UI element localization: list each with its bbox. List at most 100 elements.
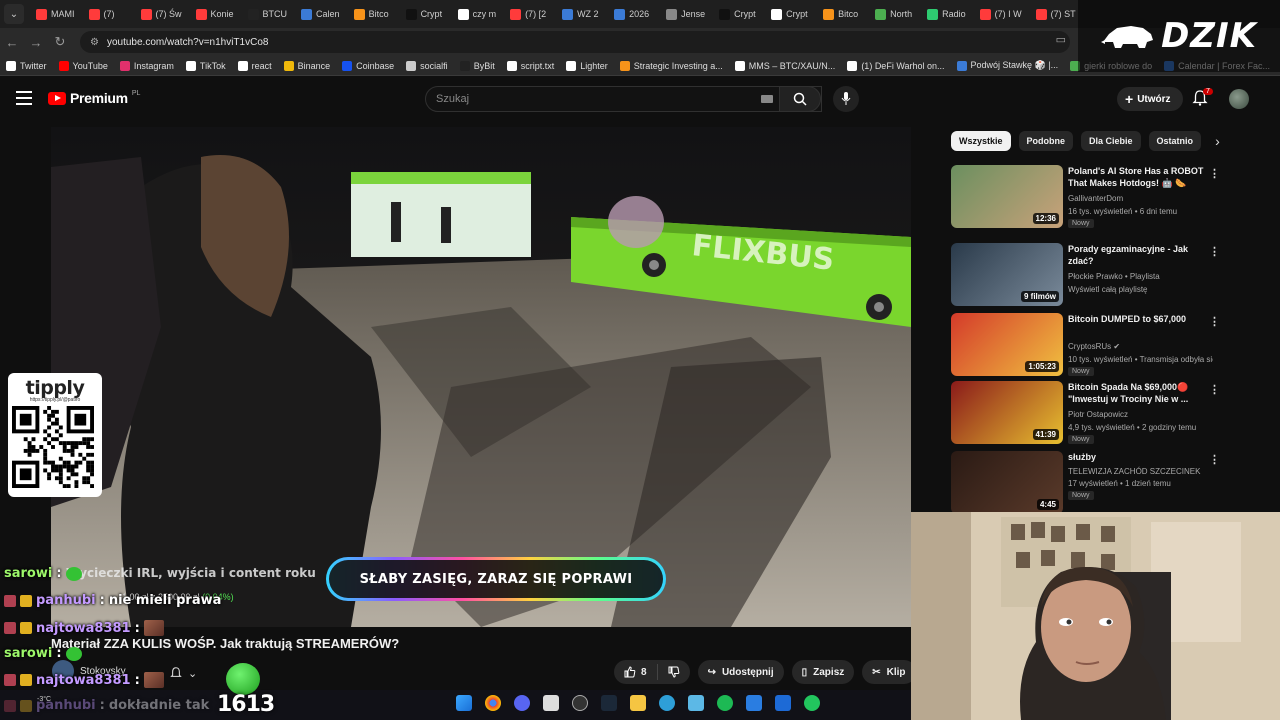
discord-icon[interactable] [514,695,530,711]
browser-tab[interactable]: Crypt [765,3,815,25]
tab-search-button[interactable]: ⌄ [4,4,24,24]
browser-tab[interactable]: BTCU [242,3,294,25]
channel-name[interactable]: TELEWIZJA ZACHÓD SZCZECINEK [1068,467,1200,476]
video-thumbnail[interactable]: 9 filmów [951,243,1063,306]
bookmark-item[interactable]: Coinbase [342,60,394,71]
browser-tab[interactable]: (7) Św [135,3,188,25]
more-options-icon[interactable]: ⋮ [1209,453,1220,466]
bookmark-item[interactable]: MMS – BTC/XAU/N... [734,60,835,71]
browser-tab[interactable]: 2026 [608,3,658,25]
keyboard-icon[interactable] [761,95,773,103]
save-button[interactable]: ▯ Zapisz [791,660,855,684]
video-title[interactable]: Bitcoin Spada Na $69,000🔴 "Inwestuj w Tr… [1068,381,1208,405]
browser-tab[interactable]: Konie [190,3,240,25]
windows-start-icon[interactable] [456,695,472,711]
browser-tab[interactable]: MAMI [30,3,81,25]
recommendation-item[interactable]: 12:36 Poland's AI Store Has a ROBOT That … [951,165,1221,229]
dislike-button[interactable] [658,660,690,684]
search-button[interactable] [779,86,821,112]
bookmark-item[interactable]: react [237,60,272,71]
browser-tab[interactable]: Bitco [348,3,398,25]
video-player[interactable]: FLIXBUS [51,127,911,627]
menu-icon[interactable] [16,91,32,105]
bookmark-item[interactable]: ByBit [459,60,495,71]
forward-icon[interactable]: → [24,35,48,50]
browser-tab[interactable]: (7) [2 [504,3,554,25]
browser-tab[interactable]: Crypt [713,3,763,25]
chrome-icon[interactable] [485,695,501,711]
channel-name[interactable]: Płockie Prawko • Playlista [1068,272,1160,281]
like-button[interactable]: 8 [614,660,657,684]
browser-tab[interactable]: czy m [452,3,503,25]
browser-tab[interactable]: Crypt [400,3,450,25]
video-title[interactable]: Bitcoin DUMPED to $67,000 [1068,313,1208,325]
channel-name[interactable]: Piotr Ostapowicz [1068,410,1128,419]
browser-tab[interactable]: Jense [660,3,711,25]
video-thumbnail[interactable]: 4:45 [951,451,1063,514]
video-title[interactable]: służby [1068,451,1208,463]
more-options-icon[interactable]: ⋮ [1209,315,1220,328]
video-thumbnail[interactable]: 1:05:23 [951,313,1063,376]
channel-name[interactable]: GallivanterDom [1068,194,1123,203]
bookmark-item[interactable]: (1) DeFi Warhol on... [847,60,945,71]
network-icon[interactable] [688,695,704,711]
filter-chip[interactable]: Dla Ciebie [1081,131,1141,151]
browser-tab[interactable]: WZ 2 [556,3,606,25]
browser-tab[interactable]: Bitco [817,3,867,25]
cast-icon[interactable]: ▭ [1056,33,1066,46]
bookmark-item[interactable]: Lighter [566,60,608,71]
chevron-right-icon[interactable]: › [1215,133,1220,149]
filter-chip[interactable]: Wszystkie [951,131,1011,151]
browser-tab[interactable]: Radio [921,3,972,25]
bookmark-item[interactable]: Twitter [6,60,47,71]
more-options-icon[interactable]: ⋮ [1209,167,1220,180]
video-thumbnail[interactable]: 12:36 [951,165,1063,228]
green-app-icon[interactable] [804,695,820,711]
more-options-icon[interactable]: ⋮ [1209,245,1220,258]
bookmark-item[interactable]: TikTok [185,60,226,71]
bookmark-item[interactable]: Podwój Stawkę 🎲 |... [956,60,1058,71]
browser-tab[interactable]: (7) [83,3,133,25]
bookmark-item[interactable]: Strategic Investing a... [619,60,723,71]
url-input[interactable]: ⚙ youtube.com/watch?v=n1hviT1vCo8 [80,31,1070,53]
clip-button[interactable]: ✂ Klip [862,660,916,684]
filter-chip[interactable]: Ostatnio [1148,131,1202,151]
channel-name[interactable]: CryptosRUs ✔ [1068,342,1120,351]
store-icon[interactable] [746,695,762,711]
back-icon[interactable]: ← [0,35,24,50]
app-icon[interactable] [543,695,559,711]
obs-icon[interactable] [572,695,588,711]
steam-icon[interactable] [601,695,617,711]
close-app-icon[interactable] [775,695,791,711]
browser-tab[interactable]: Calen [295,3,346,25]
recommendation-item[interactable]: 1:05:23 Bitcoin DUMPED to $67,000 CryptosR… [951,313,1221,377]
filter-chip[interactable]: Podobne [1018,131,1074,151]
recommendation-item[interactable]: 9 filmów Porady egzaminacyjne - Jak zdać?… [951,243,1221,307]
subscription-bell[interactable]: ⌄ [170,663,197,683]
bookmark-item[interactable]: Binance [283,60,330,71]
search-input[interactable] [436,93,736,105]
bookmark-item[interactable]: YouTube [58,60,108,71]
recommendation-item[interactable]: 4:45 służby TELEWIZJA ZACHÓD SZCZECINEK 17 … [951,451,1221,515]
create-button[interactable]: + Utwórz [1117,87,1183,111]
site-info-icon[interactable]: ⚙ [90,37,99,48]
bookmark-item[interactable]: Instagram [119,60,174,71]
youtube-logo[interactable]: Premium PL [48,90,140,106]
browser-tab[interactable]: North [869,3,919,25]
browser-tab[interactable]: (7) ST [1030,3,1082,25]
browser-tab[interactable]: (7) I W [974,3,1028,25]
account-avatar[interactable] [1229,89,1249,109]
video-title[interactable]: Poland's AI Store Has a ROBOT That Makes… [1068,165,1208,189]
bookmark-item[interactable]: script.txt [506,60,554,71]
voice-search-button[interactable] [833,86,859,112]
bookmark-item[interactable]: socialfi [406,60,448,71]
more-options-icon[interactable]: ⋮ [1209,383,1220,396]
reload-icon[interactable]: ↻ [48,34,72,50]
video-thumbnail[interactable]: 41:39 [951,381,1063,444]
recommendation-item[interactable]: 41:39 Bitcoin Spada Na $69,000🔴 "Inwestuj… [951,381,1221,445]
edge-icon[interactable] [659,695,675,711]
spotify-icon[interactable] [717,695,733,711]
folder-icon[interactable] [630,695,646,711]
video-title[interactable]: Porady egzaminacyjne - Jak zdać? [1068,243,1208,267]
share-button[interactable]: ↪ Udostępnij [697,660,784,684]
